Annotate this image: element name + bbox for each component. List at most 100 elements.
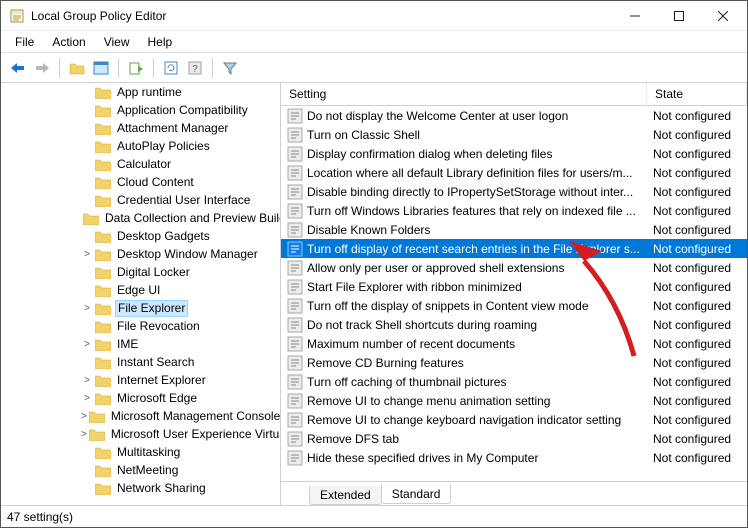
toolbar-properties-icon[interactable] (90, 57, 112, 79)
list-row[interactable]: Turn off caching of thumbnail picturesNo… (281, 372, 747, 391)
tree-item-label: Calculator (115, 157, 173, 171)
toolbar-folder-icon[interactable] (66, 57, 88, 79)
setting-state: Not configured (647, 242, 747, 256)
list-row[interactable]: Turn off display of recent search entrie… (281, 239, 747, 258)
status-text: 47 setting(s) (7, 510, 73, 524)
list-row[interactable]: Turn off Windows Libraries features that… (281, 201, 747, 220)
tree-item[interactable]: AutoPlay Policies (1, 137, 280, 155)
setting-state: Not configured (647, 299, 747, 313)
tree-item[interactable]: >Microsoft Management Console (1, 407, 280, 425)
list-row[interactable]: Do not track Shell shortcuts during roam… (281, 315, 747, 334)
twisty-icon[interactable]: > (81, 393, 93, 404)
toolbar-refresh-icon[interactable] (160, 57, 182, 79)
list-row[interactable]: Location where all default Library defin… (281, 163, 747, 182)
tree-item-label: File Revocation (115, 319, 202, 333)
tree-item[interactable]: Desktop Gadgets (1, 227, 280, 245)
setting-name: Turn off caching of thumbnail pictures (307, 375, 506, 389)
setting-name: Do not track Shell shortcuts during roam… (307, 318, 537, 332)
twisty-icon[interactable]: > (81, 375, 93, 386)
tree-item-label: Desktop Window Manager (115, 247, 260, 261)
forward-button[interactable] (31, 57, 53, 79)
tree-item[interactable]: Application Compatibility (1, 101, 280, 119)
setting-name: Disable binding directly to IPropertySet… (307, 185, 633, 199)
tree-item[interactable]: NetMeeting (1, 461, 280, 479)
tree-item-label: Credential User Interface (115, 193, 252, 207)
list-row[interactable]: Remove CD Burning featuresNot configured (281, 353, 747, 372)
tab-standard[interactable]: Standard (381, 484, 452, 504)
menu-action[interactable]: Action (44, 33, 93, 51)
twisty-icon[interactable]: > (81, 339, 93, 350)
tree-item-label: Application Compatibility (115, 103, 250, 117)
twisty-icon[interactable]: > (81, 303, 93, 314)
setting-state: Not configured (647, 261, 747, 275)
tree-item[interactable]: Multitasking (1, 443, 280, 461)
back-button[interactable] (7, 57, 29, 79)
close-button[interactable] (701, 2, 745, 30)
tree-item-label: Attachment Manager (115, 121, 230, 135)
header-setting[interactable]: Setting (281, 83, 647, 106)
tree-item[interactable]: Attachment Manager (1, 119, 280, 137)
tree-item[interactable]: >File Explorer (1, 299, 280, 317)
tree-item[interactable]: > Internet Explorer (1, 371, 280, 389)
header-state[interactable]: State (647, 83, 747, 106)
menu-help[interactable]: Help (140, 33, 181, 51)
tree-item[interactable]: Cloud Content (1, 173, 280, 191)
minimize-button[interactable] (613, 2, 657, 30)
tree-scroll[interactable]: App runtime Application Compatibility Atta… (1, 83, 280, 505)
window: Local Group Policy Editor File Action Vi… (0, 0, 748, 528)
setting-name: Disable Known Folders (307, 223, 430, 237)
list-row[interactable]: Disable binding directly to IPropertySet… (281, 182, 747, 201)
twisty-icon[interactable]: > (81, 411, 87, 422)
tab-extended[interactable]: Extended (309, 486, 382, 505)
tree-item[interactable]: App runtime (1, 83, 280, 101)
tree-pane: App runtime Application Compatibility Atta… (1, 83, 281, 505)
setting-name: Location where all default Library defin… (307, 166, 633, 180)
toolbar-separator (212, 58, 213, 78)
toolbar-separator (153, 58, 154, 78)
tree-item[interactable]: > Desktop Window Manager (1, 245, 280, 263)
tree-item-label: AutoPlay Policies (115, 139, 212, 153)
tree-item[interactable]: File Revocation (1, 317, 280, 335)
toolbar-export-icon[interactable] (125, 57, 147, 79)
list-row[interactable]: Turn on Classic ShellNot configured (281, 125, 747, 144)
window-title: Local Group Policy Editor (31, 9, 613, 23)
tree-item[interactable]: > IME (1, 335, 280, 353)
toolbar-help-icon[interactable]: ? (184, 57, 206, 79)
menu-view[interactable]: View (96, 33, 138, 51)
list-row[interactable]: Remove DFS tabNot configured (281, 429, 747, 448)
setting-name: Start File Explorer with ribbon minimize… (307, 280, 522, 294)
tree-item-label: IME (115, 337, 140, 351)
listview-header: Setting State (281, 83, 747, 106)
tree-item[interactable]: Digital Locker (1, 263, 280, 281)
list-row[interactable]: Display confirmation dialog when deletin… (281, 144, 747, 163)
setting-state: Not configured (647, 147, 747, 161)
tree-item[interactable]: >Microsoft User Experience Virtualizatio… (1, 425, 280, 443)
tree-item[interactable]: >Microsoft Edge (1, 389, 280, 407)
list-row[interactable]: Hide these specified drives in My Comput… (281, 448, 747, 467)
tree-item[interactable]: Credential User Interface (1, 191, 280, 209)
list-row[interactable]: Start File Explorer with ribbon minimize… (281, 277, 747, 296)
tree-item[interactable]: Calculator (1, 155, 280, 173)
setting-state: Not configured (647, 185, 747, 199)
list-row[interactable]: Remove UI to change menu animation setti… (281, 391, 747, 410)
list-row[interactable]: Do not display the Welcome Center at use… (281, 106, 747, 125)
list-row[interactable]: Maximum number of recent documentsNot co… (281, 334, 747, 353)
tree-item-label: Internet Explorer (115, 373, 208, 387)
setting-name: Turn off the display of snippets in Cont… (307, 299, 589, 313)
tree-item-label: Instant Search (115, 355, 196, 369)
tree-item[interactable]: Data Collection and Preview Builds (1, 209, 280, 227)
list-row[interactable]: Remove UI to change keyboard navigation … (281, 410, 747, 429)
list-row[interactable]: Allow only per user or approved shell ex… (281, 258, 747, 277)
tree-item[interactable]: Instant Search (1, 353, 280, 371)
list-scroll[interactable]: Setting State Do not display the Welcome… (281, 83, 747, 481)
toolbar-filter-icon[interactable] (219, 57, 241, 79)
twisty-icon[interactable]: > (81, 249, 93, 260)
list-row[interactable]: Disable Known FoldersNot configured (281, 220, 747, 239)
tree-item[interactable]: Edge UI (1, 281, 280, 299)
list-row[interactable]: Turn off the display of snippets in Cont… (281, 296, 747, 315)
tree-item[interactable]: Network Sharing (1, 479, 280, 497)
twisty-icon[interactable]: > (81, 429, 87, 440)
menu-file[interactable]: File (7, 33, 42, 51)
maximize-button[interactable] (657, 2, 701, 30)
toolbar-separator (59, 58, 60, 78)
